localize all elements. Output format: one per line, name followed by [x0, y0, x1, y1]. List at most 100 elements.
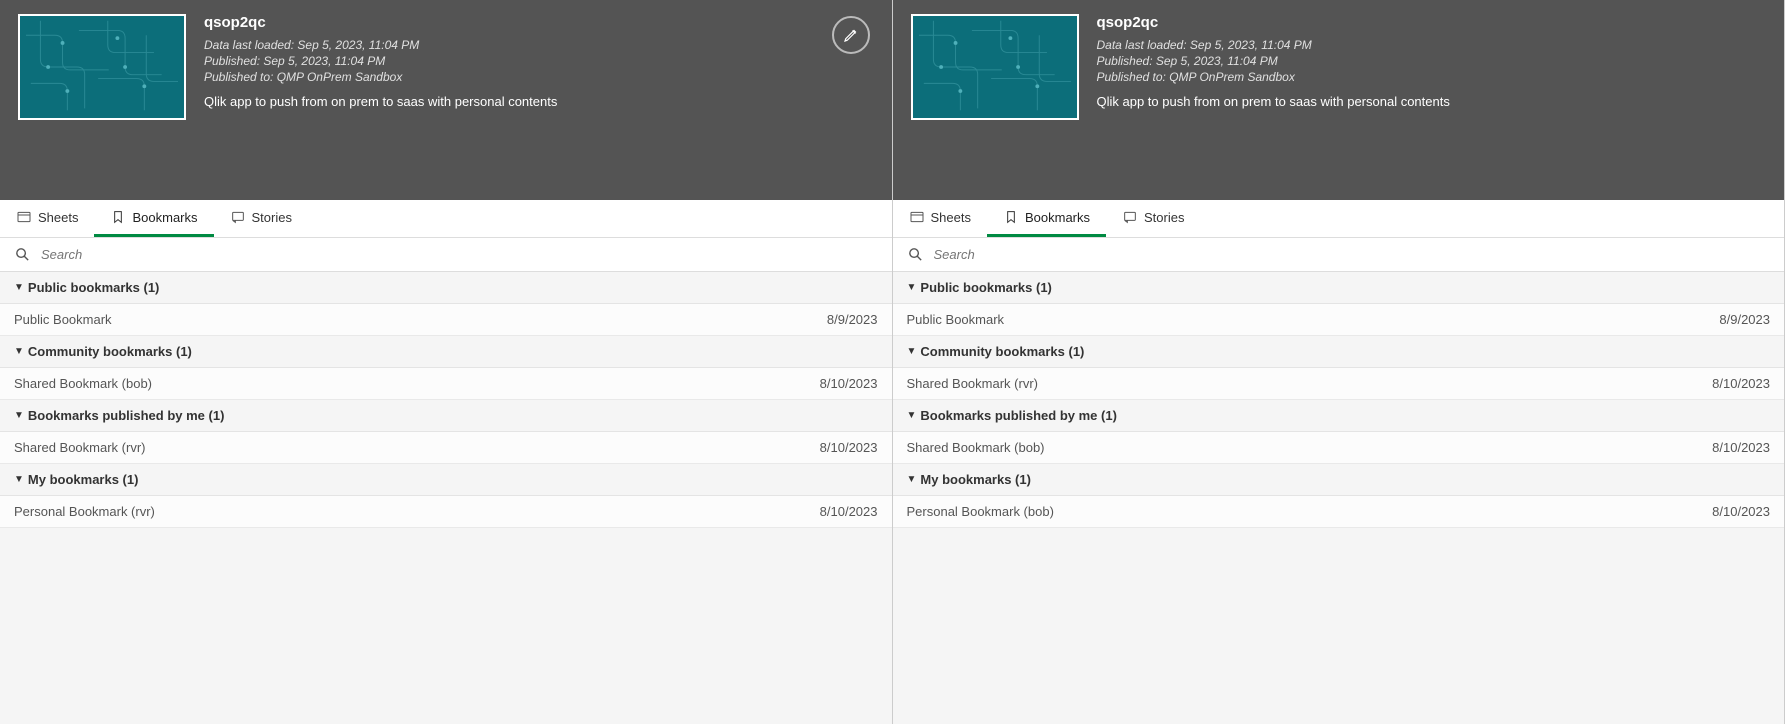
app-info: qsop2qc Data last loaded: Sep 5, 2023, 1… — [204, 14, 557, 200]
list-item[interactable]: Shared Bookmark (bob) 8/10/2023 — [893, 432, 1785, 464]
item-name: Shared Bookmark (rvr) — [14, 440, 145, 455]
section-public[interactable]: ▼ Public bookmarks (1) — [0, 272, 892, 304]
item-name: Public Bookmark — [907, 312, 1005, 327]
chevron-down-icon: ▼ — [907, 282, 917, 293]
app-header: qsop2qc Data last loaded: Sep 5, 2023, 1… — [0, 0, 892, 200]
item-date: 8/10/2023 — [1712, 376, 1770, 391]
chevron-down-icon: ▼ — [907, 474, 917, 485]
list-item[interactable]: Personal Bookmark (bob) 8/10/2023 — [893, 496, 1785, 528]
item-name: Shared Bookmark (bob) — [907, 440, 1045, 455]
bookmarks-content: ▼ Public bookmarks (1) Public Bookmark 8/9… — [0, 272, 892, 724]
search-input[interactable] — [41, 247, 878, 262]
section-community-label: Community bookmarks (1) — [920, 344, 1084, 359]
tab-sheets-label: Sheets — [931, 210, 971, 225]
chevron-down-icon: ▼ — [14, 410, 24, 421]
list-item[interactable]: Shared Bookmark (rvr) 8/10/2023 — [893, 368, 1785, 400]
tab-stories[interactable]: Stories — [214, 200, 308, 237]
meta-loaded: Data last loaded: Sep 5, 2023, 11:04 PM — [1097, 37, 1450, 53]
app-meta: Data last loaded: Sep 5, 2023, 11:04 PM … — [1097, 37, 1450, 86]
section-published-by-me-label: Bookmarks published by me (1) — [920, 408, 1117, 423]
list-item[interactable]: Public Bookmark 8/9/2023 — [893, 304, 1785, 336]
section-public[interactable]: ▼Public bookmarks (1) — [893, 272, 1785, 304]
search-bar — [893, 238, 1785, 272]
list-item[interactable]: Shared Bookmark (bob) 8/10/2023 — [0, 368, 892, 400]
tab-stories[interactable]: Stories — [1106, 200, 1200, 237]
search-input[interactable] — [934, 247, 1771, 262]
tab-bookmarks[interactable]: Bookmarks — [94, 200, 213, 237]
meta-published-to: Published to: QMP OnPrem Sandbox — [1097, 69, 1450, 85]
section-public-label: Public bookmarks (1) — [28, 280, 159, 295]
chevron-down-icon: ▼ — [14, 346, 24, 357]
search-icon — [907, 246, 924, 263]
section-my-bookmarks[interactable]: ▼My bookmarks (1) — [893, 464, 1785, 496]
section-published-by-me[interactable]: ▼ Bookmarks published by me (1) — [0, 400, 892, 432]
section-my-bookmarks-label: My bookmarks (1) — [28, 472, 139, 487]
meta-published-to: Published to: QMP OnPrem Sandbox — [204, 69, 557, 85]
app-meta: Data last loaded: Sep 5, 2023, 11:04 PM … — [204, 37, 557, 86]
app-thumbnail — [18, 14, 186, 120]
item-date: 8/9/2023 — [827, 312, 878, 327]
sheets-icon — [909, 209, 925, 225]
tab-bookmarks-label: Bookmarks — [132, 210, 197, 225]
tab-bookmarks-label: Bookmarks — [1025, 210, 1090, 225]
bookmarks-content: ▼Public bookmarks (1) Public Bookmark8/9… — [893, 272, 1785, 724]
item-date: 8/10/2023 — [820, 376, 878, 391]
app-description: Qlik app to push from on prem to saas wi… — [204, 94, 557, 109]
nav-tabs: Sheets Bookmarks Stories — [0, 200, 892, 238]
section-my-bookmarks-label: My bookmarks (1) — [920, 472, 1031, 487]
section-public-label: Public bookmarks (1) — [920, 280, 1051, 295]
item-name: Personal Bookmark (bob) — [907, 504, 1054, 519]
nav-tabs: Sheets Bookmarks Stories — [893, 200, 1785, 238]
chevron-down-icon: ▼ — [14, 474, 24, 485]
list-item[interactable]: Public Bookmark 8/9/2023 — [0, 304, 892, 336]
app-header: qsop2qc Data last loaded: Sep 5, 2023, 1… — [893, 0, 1785, 200]
search-icon — [14, 246, 31, 263]
thumbnail-pattern-icon — [913, 16, 1077, 118]
item-name: Public Bookmark — [14, 312, 112, 327]
list-item[interactable]: Shared Bookmark (rvr) 8/10/2023 — [0, 432, 892, 464]
item-date: 8/10/2023 — [1712, 440, 1770, 455]
tab-stories-label: Stories — [1144, 210, 1184, 225]
section-my-bookmarks[interactable]: ▼ My bookmarks (1) — [0, 464, 892, 496]
chevron-down-icon: ▼ — [907, 346, 917, 357]
thumbnail-pattern-icon — [20, 16, 184, 118]
item-name: Personal Bookmark (rvr) — [14, 504, 155, 519]
tab-sheets[interactable]: Sheets — [0, 200, 94, 237]
app-thumbnail — [911, 14, 1079, 120]
search-bar — [0, 238, 892, 272]
item-name: Shared Bookmark (bob) — [14, 376, 152, 391]
app-title: qsop2qc — [204, 14, 557, 31]
section-community[interactable]: ▼ Community bookmarks (1) — [0, 336, 892, 368]
app-info: qsop2qc Data last loaded: Sep 5, 2023, 1… — [1097, 14, 1450, 200]
tab-sheets-label: Sheets — [38, 210, 78, 225]
tab-stories-label: Stories — [252, 210, 292, 225]
chevron-down-icon: ▼ — [14, 282, 24, 293]
pencil-icon — [842, 26, 860, 44]
pane-left: qsop2qc Data last loaded: Sep 5, 2023, 1… — [0, 0, 893, 724]
pane-right: qsop2qc Data last loaded: Sep 5, 2023, 1… — [893, 0, 1785, 724]
item-date: 8/10/2023 — [820, 504, 878, 519]
chevron-down-icon: ▼ — [907, 410, 917, 421]
sheets-icon — [16, 209, 32, 225]
bookmark-icon — [110, 209, 126, 225]
edit-button[interactable] — [832, 16, 870, 54]
item-date: 8/9/2023 — [1719, 312, 1770, 327]
section-community-label: Community bookmarks (1) — [28, 344, 192, 359]
app-description: Qlik app to push from on prem to saas wi… — [1097, 94, 1450, 109]
tab-sheets[interactable]: Sheets — [893, 200, 987, 237]
tab-bookmarks[interactable]: Bookmarks — [987, 200, 1106, 237]
meta-published: Published: Sep 5, 2023, 11:04 PM — [1097, 53, 1450, 69]
section-published-by-me[interactable]: ▼Bookmarks published by me (1) — [893, 400, 1785, 432]
item-date: 8/10/2023 — [820, 440, 878, 455]
section-published-by-me-label: Bookmarks published by me (1) — [28, 408, 225, 423]
bookmark-icon — [1003, 209, 1019, 225]
item-date: 8/10/2023 — [1712, 504, 1770, 519]
list-item[interactable]: Personal Bookmark (rvr) 8/10/2023 — [0, 496, 892, 528]
stories-icon — [1122, 209, 1138, 225]
section-community[interactable]: ▼Community bookmarks (1) — [893, 336, 1785, 368]
meta-published: Published: Sep 5, 2023, 11:04 PM — [204, 53, 557, 69]
stories-icon — [230, 209, 246, 225]
meta-loaded: Data last loaded: Sep 5, 2023, 11:04 PM — [204, 37, 557, 53]
item-name: Shared Bookmark (rvr) — [907, 376, 1038, 391]
app-title: qsop2qc — [1097, 14, 1450, 31]
